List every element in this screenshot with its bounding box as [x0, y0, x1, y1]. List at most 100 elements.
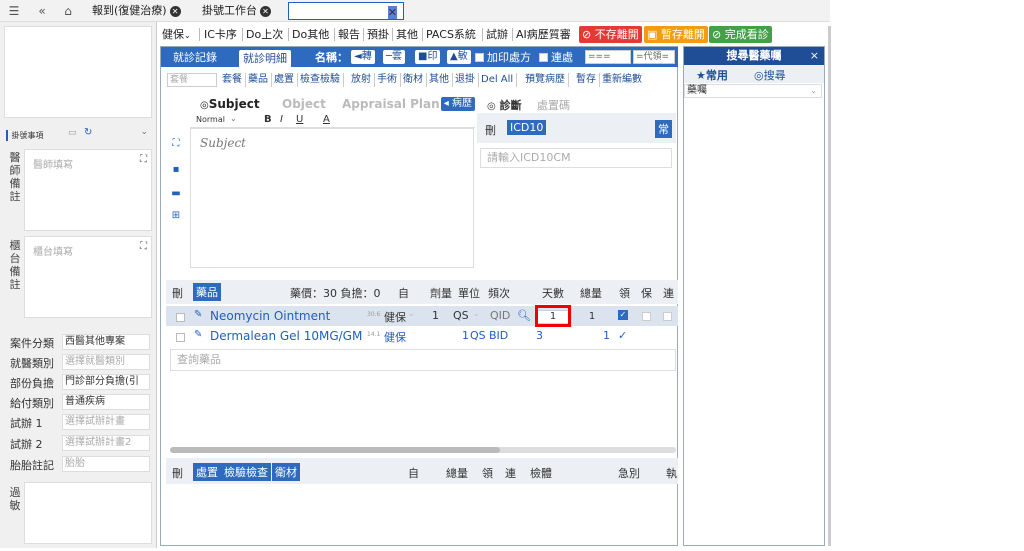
expand-icon[interactable]: ⛶	[140, 154, 147, 165]
btn-drug[interactable]: 藥品	[245, 73, 272, 87]
text-color-button[interactable]: A	[323, 114, 330, 125]
insurance-checkbox[interactable]	[642, 310, 654, 323]
continuous-checkbox[interactable]: 連處	[535, 49, 577, 66]
icd10-input[interactable]: 請輸入ICD10CM	[480, 148, 672, 168]
medical-record-button[interactable]: ◂ 病歷	[440, 97, 475, 111]
allergy-button[interactable]: ▲敏	[447, 50, 471, 64]
hamburger-menu-icon[interactable]: ☰	[6, 3, 22, 19]
toolbar-pacs[interactable]: PACS系統	[424, 26, 478, 43]
drug-total[interactable]: 1	[603, 329, 610, 342]
tab-common[interactable]: ★常用	[696, 67, 728, 83]
counter-note-field[interactable]: 櫃台填寫 ⛶	[24, 236, 152, 318]
tab-active-patient[interactable]: ✕	[288, 2, 404, 20]
drug-frequency[interactable]: BID	[489, 329, 508, 342]
drug-name[interactable]: Dermalean Gel 10MG/GM	[210, 329, 362, 343]
italic-button[interactable]: I	[280, 114, 283, 125]
bold-button[interactable]: B	[264, 114, 272, 125]
tab-registration-workbench[interactable]: 掛號工作台 ✕	[198, 2, 275, 20]
tab-search[interactable]: ◎搜尋	[754, 67, 786, 83]
drug-unit[interactable]: QS	[453, 309, 469, 322]
visit-field-select[interactable]: 選擇試辦計畫2	[62, 435, 150, 451]
toolbar-report[interactable]: 報告	[336, 26, 362, 43]
row-checkbox[interactable]	[176, 331, 188, 344]
home-icon[interactable]: ⌂	[60, 3, 76, 19]
toolbar-ai-review[interactable]: AI病歷質審	[514, 26, 573, 43]
btn-other[interactable]: 其他	[426, 73, 453, 87]
toolbar-do-other[interactable]: Do其他	[290, 26, 331, 43]
btn-radiology[interactable]: 放射	[348, 73, 375, 87]
drug-row[interactable]: ✎ Neomycin Ointment 30.6 健保 ⌄ 1 QS ⌄ QID…	[166, 306, 678, 326]
rx-type-select[interactable]: ===	[585, 50, 631, 64]
underline-button[interactable]: U	[296, 114, 303, 125]
allergy-field[interactable]	[24, 482, 152, 544]
tab-appraisal-plan[interactable]: Appraisal Plan	[342, 95, 440, 113]
temp-save-leave-button[interactable]: ▣ 暫存離開	[644, 26, 708, 43]
tab-visit-record[interactable]: 就診記錄	[169, 49, 221, 66]
proxy-select[interactable]: =代領=	[633, 50, 675, 64]
tab-diagnosis[interactable]: ◎ 診斷	[487, 97, 522, 113]
toolbar-other[interactable]: 其他	[394, 26, 420, 43]
drug-dose[interactable]: 1	[462, 329, 469, 342]
btn-lab[interactable]: 檢查檢驗	[297, 73, 344, 87]
save-icon[interactable]: ▪	[170, 164, 182, 176]
visit-field-select[interactable]: 胎胎	[62, 456, 150, 472]
horizontal-scrollbar[interactable]	[170, 447, 676, 453]
btn-preview-record[interactable]: 預覽病歷	[522, 73, 569, 87]
row-checkbox[interactable]	[176, 311, 188, 324]
order-type-select[interactable]: 藥囑 ⌄	[684, 84, 822, 98]
no-save-leave-button[interactable]: ⊘ 不存離開	[579, 26, 642, 43]
drug-self-pay[interactable]: 健保	[384, 309, 406, 325]
toolbar-ic-card[interactable]: IC卡序	[202, 26, 239, 43]
drug-search-input[interactable]: 查詢藥品	[170, 349, 676, 371]
checkbox[interactable]	[539, 53, 548, 62]
drug-days[interactable]: 3	[536, 329, 543, 342]
close-icon[interactable]: ✕	[260, 5, 271, 17]
btn-set[interactable]: 套餐	[219, 73, 246, 87]
btn-supply[interactable]: 衛材	[400, 73, 427, 87]
close-icon[interactable]: ✕	[387, 6, 397, 19]
add-rx-checkbox[interactable]: 加印處方	[471, 49, 535, 66]
visit-field-select[interactable]: 選擇就醫類別	[62, 354, 150, 370]
edit-icon[interactable]: ✎	[194, 309, 202, 320]
collapse-left-icon[interactable]: «	[34, 3, 50, 19]
format-select[interactable]: Normal	[196, 115, 225, 124]
tab-object[interactable]: Object	[282, 95, 326, 113]
toolbar-nhi[interactable]: 健保⌄	[160, 26, 193, 43]
btn-temp-save[interactable]: 暫存	[573, 73, 600, 87]
drug-self-pay[interactable]: 健保	[384, 329, 406, 345]
toolbar-do-last[interactable]: Do上次	[244, 26, 285, 43]
finish-visit-button[interactable]: ⊘ 完成看診	[709, 26, 772, 43]
tab-subject[interactable]: ◎Subject	[200, 95, 260, 113]
folder-icon[interactable]: ▬	[170, 188, 182, 200]
cloud-button[interactable]: ─雲	[383, 50, 406, 64]
expand-icon[interactable]: ⛶	[170, 138, 182, 150]
copy-icon[interactable]: ▭	[68, 128, 77, 138]
edit-icon[interactable]: ✎	[194, 329, 202, 340]
visit-field-select[interactable]: 西醫其他專案	[62, 334, 150, 350]
collect-check[interactable]: ✓	[618, 329, 627, 342]
search-icon[interactable]: 🔍︎	[517, 309, 531, 322]
drug-unit[interactable]: QS	[470, 329, 486, 342]
btn-withdraw[interactable]: 退掛	[452, 73, 479, 87]
toolbar-pre-register[interactable]: 預掛	[365, 26, 391, 43]
common-diagnosis-button[interactable]: 常	[655, 120, 672, 138]
print-button[interactable]: ■印	[415, 50, 441, 64]
tab-procedure-code[interactable]: 處置碼	[537, 97, 570, 113]
doctor-note-field[interactable]: 醫師填寫 ⛶	[24, 149, 152, 231]
add-template-icon[interactable]: ⊞	[170, 210, 182, 222]
expand-icon[interactable]: ⛶	[140, 241, 147, 252]
drug-total[interactable]: 1	[574, 310, 610, 324]
btn-del-all[interactable]: Del All	[478, 73, 518, 87]
checkbox[interactable]	[475, 53, 484, 62]
set-search-input[interactable]: 套餐	[167, 73, 217, 87]
continuous-checkbox[interactable]	[663, 310, 675, 323]
refresh-icon[interactable]: ↻	[84, 127, 92, 138]
close-icon[interactable]: ✕	[169, 5, 181, 17]
tab-visit-detail[interactable]: 就診明細	[239, 50, 291, 67]
drug-dose[interactable]: 1	[432, 309, 439, 322]
btn-surgery[interactable]: 手術	[374, 73, 401, 87]
transfer-button[interactable]: ◄轉	[351, 50, 375, 64]
btn-procedure[interactable]: 處置	[271, 73, 298, 87]
visit-field-select[interactable]: 選擇試辦計畫	[62, 414, 150, 430]
chevron-down-icon[interactable]: ⌄	[140, 127, 148, 137]
